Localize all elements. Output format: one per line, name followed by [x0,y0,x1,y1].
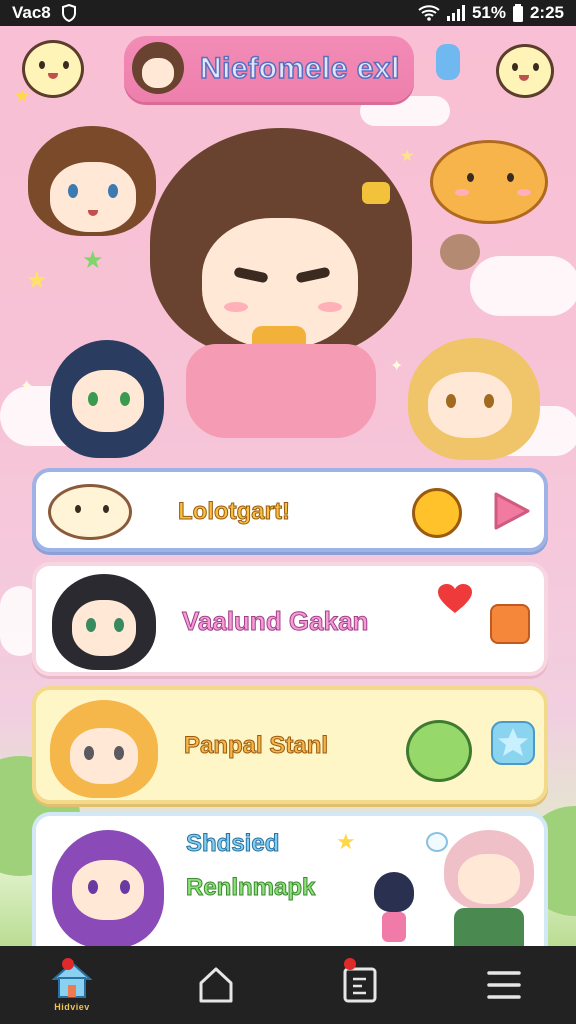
bear-mascot-icon [440,234,480,270]
nav-home-label: Hidviev [54,1001,90,1012]
menu-card-4[interactable]: Shdsied Renlnmapk ★ [32,812,548,950]
character-brown-hair [28,126,156,236]
nav-menu[interactable] [432,946,576,1024]
notification-badge [62,958,74,970]
heart-icon [438,584,472,613]
avatar-purple-hair [52,830,164,948]
bottom-nav: Hidviev [0,946,576,1024]
blob-mascot-icon [496,44,554,98]
blob-mascot-icon [48,484,132,540]
character-small-dark [374,872,414,942]
status-bar: Vac8 51% 2:25 [0,0,576,26]
signal-icon [446,5,465,21]
star-icon: ★ [14,86,31,107]
menu-card-2[interactable]: Vaalund Gakan [32,562,548,676]
blob-mascot-icon [22,40,84,98]
card-3-label: Panpal Stanl [183,732,329,760]
avatar [132,42,184,94]
character-blonde [408,338,540,460]
star-icon: ★ [336,830,356,855]
avatar-black-hair [52,574,156,670]
star-icon: ★ [26,266,48,294]
shopping-bag-icon[interactable] [490,604,530,644]
menu-icon[interactable] [485,967,523,1003]
status-left-text: Vac8 [12,3,51,22]
nav-notes[interactable] [288,946,432,1024]
character-pink-hair [444,830,534,950]
sparkle-icon: ✦ [20,376,34,395]
card-4-label-line1: Shdsied [185,830,280,858]
play-arrow-icon[interactable] [492,490,532,532]
avatar-blonde-cat [50,700,158,798]
app-title: Niefomele exl [199,51,400,86]
title-banner: Niefomele exl [124,36,414,102]
dress [186,344,376,438]
character-blue-hair [50,340,164,458]
card-1-label: Lolotgart! [178,498,291,526]
notification-badge [344,958,356,970]
main-character [150,128,412,458]
nav-house[interactable] [144,946,288,1024]
card-4-label-line2: Renlnmapk [185,874,316,902]
menu-card-1[interactable]: Lolotgart! [32,468,548,552]
battery-icon [512,4,523,22]
sun-mascot-icon [412,488,462,538]
nav-home[interactable]: Hidviev [0,946,144,1024]
star-icon: ★ [82,246,104,274]
bunny-mascot-icon [406,720,472,782]
wifi-icon [418,5,440,21]
shield-icon [61,4,76,22]
cat-mascot-icon [430,140,548,224]
menu-card-3[interactable]: Panpal Stanl [32,686,548,804]
battery-percent: 51% [471,3,506,22]
house-outline-icon[interactable] [198,966,234,1004]
card-2-label: Vaalund Gakan [181,606,369,637]
cloud [470,256,576,316]
clock: 2:25 [529,3,564,22]
note-icon[interactable] [342,966,378,1004]
star-icon[interactable] [490,720,536,766]
blue-balloon-icon [436,44,460,80]
